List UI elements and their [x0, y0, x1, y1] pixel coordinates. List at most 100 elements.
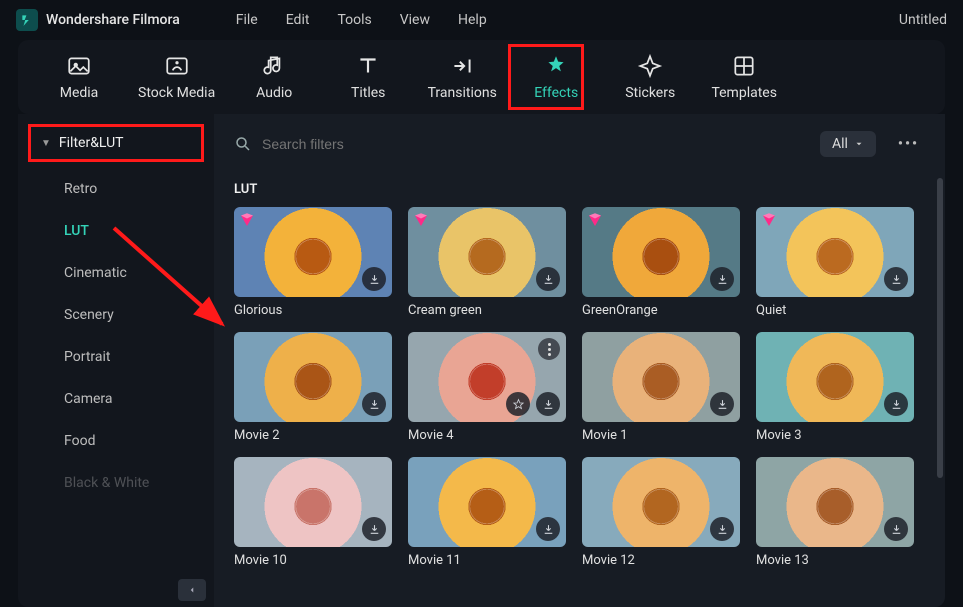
- effect-thumbnail[interactable]: [582, 207, 740, 297]
- sidebar-item-black-white[interactable]: Black & White: [64, 462, 214, 504]
- sidebar-item-retro[interactable]: Retro: [64, 168, 214, 210]
- effects-grid: Glorious Cream green GreenOrange Quiet Movie…: [234, 207, 925, 568]
- effect-card[interactable]: Movie 2: [234, 332, 392, 443]
- effect-card[interactable]: GreenOrange: [582, 207, 740, 318]
- premium-badge-icon: [586, 211, 604, 229]
- tab-titles[interactable]: Titles: [333, 53, 403, 101]
- effect-label: Movie 1: [582, 428, 740, 443]
- effect-thumbnail[interactable]: [408, 207, 566, 297]
- effect-label: Cream green: [408, 303, 566, 318]
- sidebar-item-portrait[interactable]: Portrait: [64, 336, 214, 378]
- category-list: RetroLUTCinematicSceneryPortraitCameraFo…: [18, 168, 214, 504]
- effect-label: Movie 13: [756, 553, 914, 568]
- premium-badge-icon: [760, 211, 778, 229]
- tab-effects[interactable]: Effects: [521, 53, 591, 101]
- effects-icon: [543, 53, 569, 79]
- search-box[interactable]: [234, 135, 804, 153]
- chevron-down-icon: ▼: [41, 138, 51, 149]
- search-input[interactable]: [262, 136, 443, 152]
- download-button[interactable]: [710, 392, 734, 416]
- effect-label: Movie 4: [408, 428, 566, 443]
- effect-label: GreenOrange: [582, 303, 740, 318]
- download-button[interactable]: [362, 392, 386, 416]
- effect-label: Movie 2: [234, 428, 392, 443]
- tab-media[interactable]: Media: [44, 53, 114, 101]
- effect-thumbnail[interactable]: [756, 332, 914, 422]
- tab-label: Templates: [711, 85, 777, 101]
- tab-audio[interactable]: Audio: [239, 53, 309, 101]
- sidebar: ▼ Filter&LUT RetroLUTCinematicSceneryPor…: [18, 114, 214, 607]
- tab-label: Stock Media: [138, 85, 215, 101]
- transitions-icon: [449, 53, 475, 79]
- effect-card[interactable]: Movie 10: [234, 457, 392, 568]
- effect-card[interactable]: Movie 13: [756, 457, 914, 568]
- tab-label: Effects: [534, 85, 578, 101]
- effect-card[interactable]: Movie 12: [582, 457, 740, 568]
- effect-card[interactable]: Movie 1: [582, 332, 740, 443]
- menu-help[interactable]: Help: [458, 12, 487, 28]
- sidebar-item-scenery[interactable]: Scenery: [64, 294, 214, 336]
- app-name: Wondershare Filmora: [46, 12, 180, 28]
- premium-badge-icon: [412, 211, 430, 229]
- effect-card[interactable]: Movie 3: [756, 332, 914, 443]
- download-button[interactable]: [710, 517, 734, 541]
- app-logo-icon: [16, 9, 38, 31]
- menu-view[interactable]: View: [400, 12, 430, 28]
- card-options-button[interactable]: [538, 338, 560, 360]
- effect-card[interactable]: Glorious: [234, 207, 392, 318]
- effect-label: Glorious: [234, 303, 392, 318]
- download-button[interactable]: [536, 267, 560, 291]
- effect-thumbnail[interactable]: [582, 457, 740, 547]
- sidebar-item-lut[interactable]: LUT: [64, 210, 214, 252]
- sidebar-item-cinematic[interactable]: Cinematic: [64, 252, 214, 294]
- effect-card[interactable]: Quiet: [756, 207, 914, 318]
- filter-dropdown[interactable]: All: [820, 131, 876, 157]
- effect-thumbnail[interactable]: [582, 332, 740, 422]
- titles-icon: [355, 53, 381, 79]
- download-button[interactable]: [362, 267, 386, 291]
- effect-thumbnail[interactable]: [408, 457, 566, 547]
- effect-card[interactable]: Movie 11: [408, 457, 566, 568]
- collapse-sidebar-button[interactable]: [178, 579, 206, 601]
- asset-tabs: Media Stock Media Audio Titles Transitions Ef…: [18, 40, 945, 114]
- effect-card[interactable]: Movie 4: [408, 332, 566, 443]
- tab-templates[interactable]: Templates: [709, 53, 779, 101]
- download-button[interactable]: [710, 267, 734, 291]
- effect-thumbnail[interactable]: [234, 332, 392, 422]
- effect-label: Movie 11: [408, 553, 566, 568]
- tab-label: Titles: [351, 85, 385, 101]
- effect-label: Movie 12: [582, 553, 740, 568]
- effect-thumbnail[interactable]: [756, 207, 914, 297]
- tab-stickers[interactable]: Stickers: [615, 53, 685, 101]
- effect-card[interactable]: Cream green: [408, 207, 566, 318]
- download-button[interactable]: [884, 267, 908, 291]
- search-icon: [234, 135, 252, 153]
- more-menu-button[interactable]: •••: [892, 132, 925, 156]
- menu-file[interactable]: File: [236, 12, 258, 28]
- tab-stock-media[interactable]: Stock Media: [138, 53, 215, 101]
- menu-tools[interactable]: Tools: [337, 12, 371, 28]
- download-button[interactable]: [362, 517, 386, 541]
- sidebar-item-camera[interactable]: Camera: [64, 378, 214, 420]
- download-button[interactable]: [884, 517, 908, 541]
- category-heading-filter-lut[interactable]: ▼ Filter&LUT: [28, 124, 204, 162]
- section-title: LUT: [234, 182, 925, 197]
- tab-transitions[interactable]: Transitions: [427, 53, 497, 101]
- filter-label: All: [832, 136, 848, 152]
- effect-thumbnail[interactable]: [408, 332, 566, 422]
- content-pane: All ••• LUT Glorious Cream green GreenOran…: [214, 114, 945, 607]
- download-button[interactable]: [884, 392, 908, 416]
- menu-edit[interactable]: Edit: [286, 12, 310, 28]
- scrollbar[interactable]: [937, 178, 943, 478]
- effect-label: Movie 10: [234, 553, 392, 568]
- favorite-button[interactable]: [506, 392, 530, 416]
- sidebar-item-food[interactable]: Food: [64, 420, 214, 462]
- menu-bar: File Edit Tools View Help: [236, 12, 487, 28]
- app-brand: Wondershare Filmora: [16, 9, 180, 31]
- media-icon: [66, 53, 92, 79]
- effect-thumbnail[interactable]: [234, 457, 392, 547]
- download-button[interactable]: [536, 392, 560, 416]
- effect-thumbnail[interactable]: [756, 457, 914, 547]
- effect-thumbnail[interactable]: [234, 207, 392, 297]
- download-button[interactable]: [536, 517, 560, 541]
